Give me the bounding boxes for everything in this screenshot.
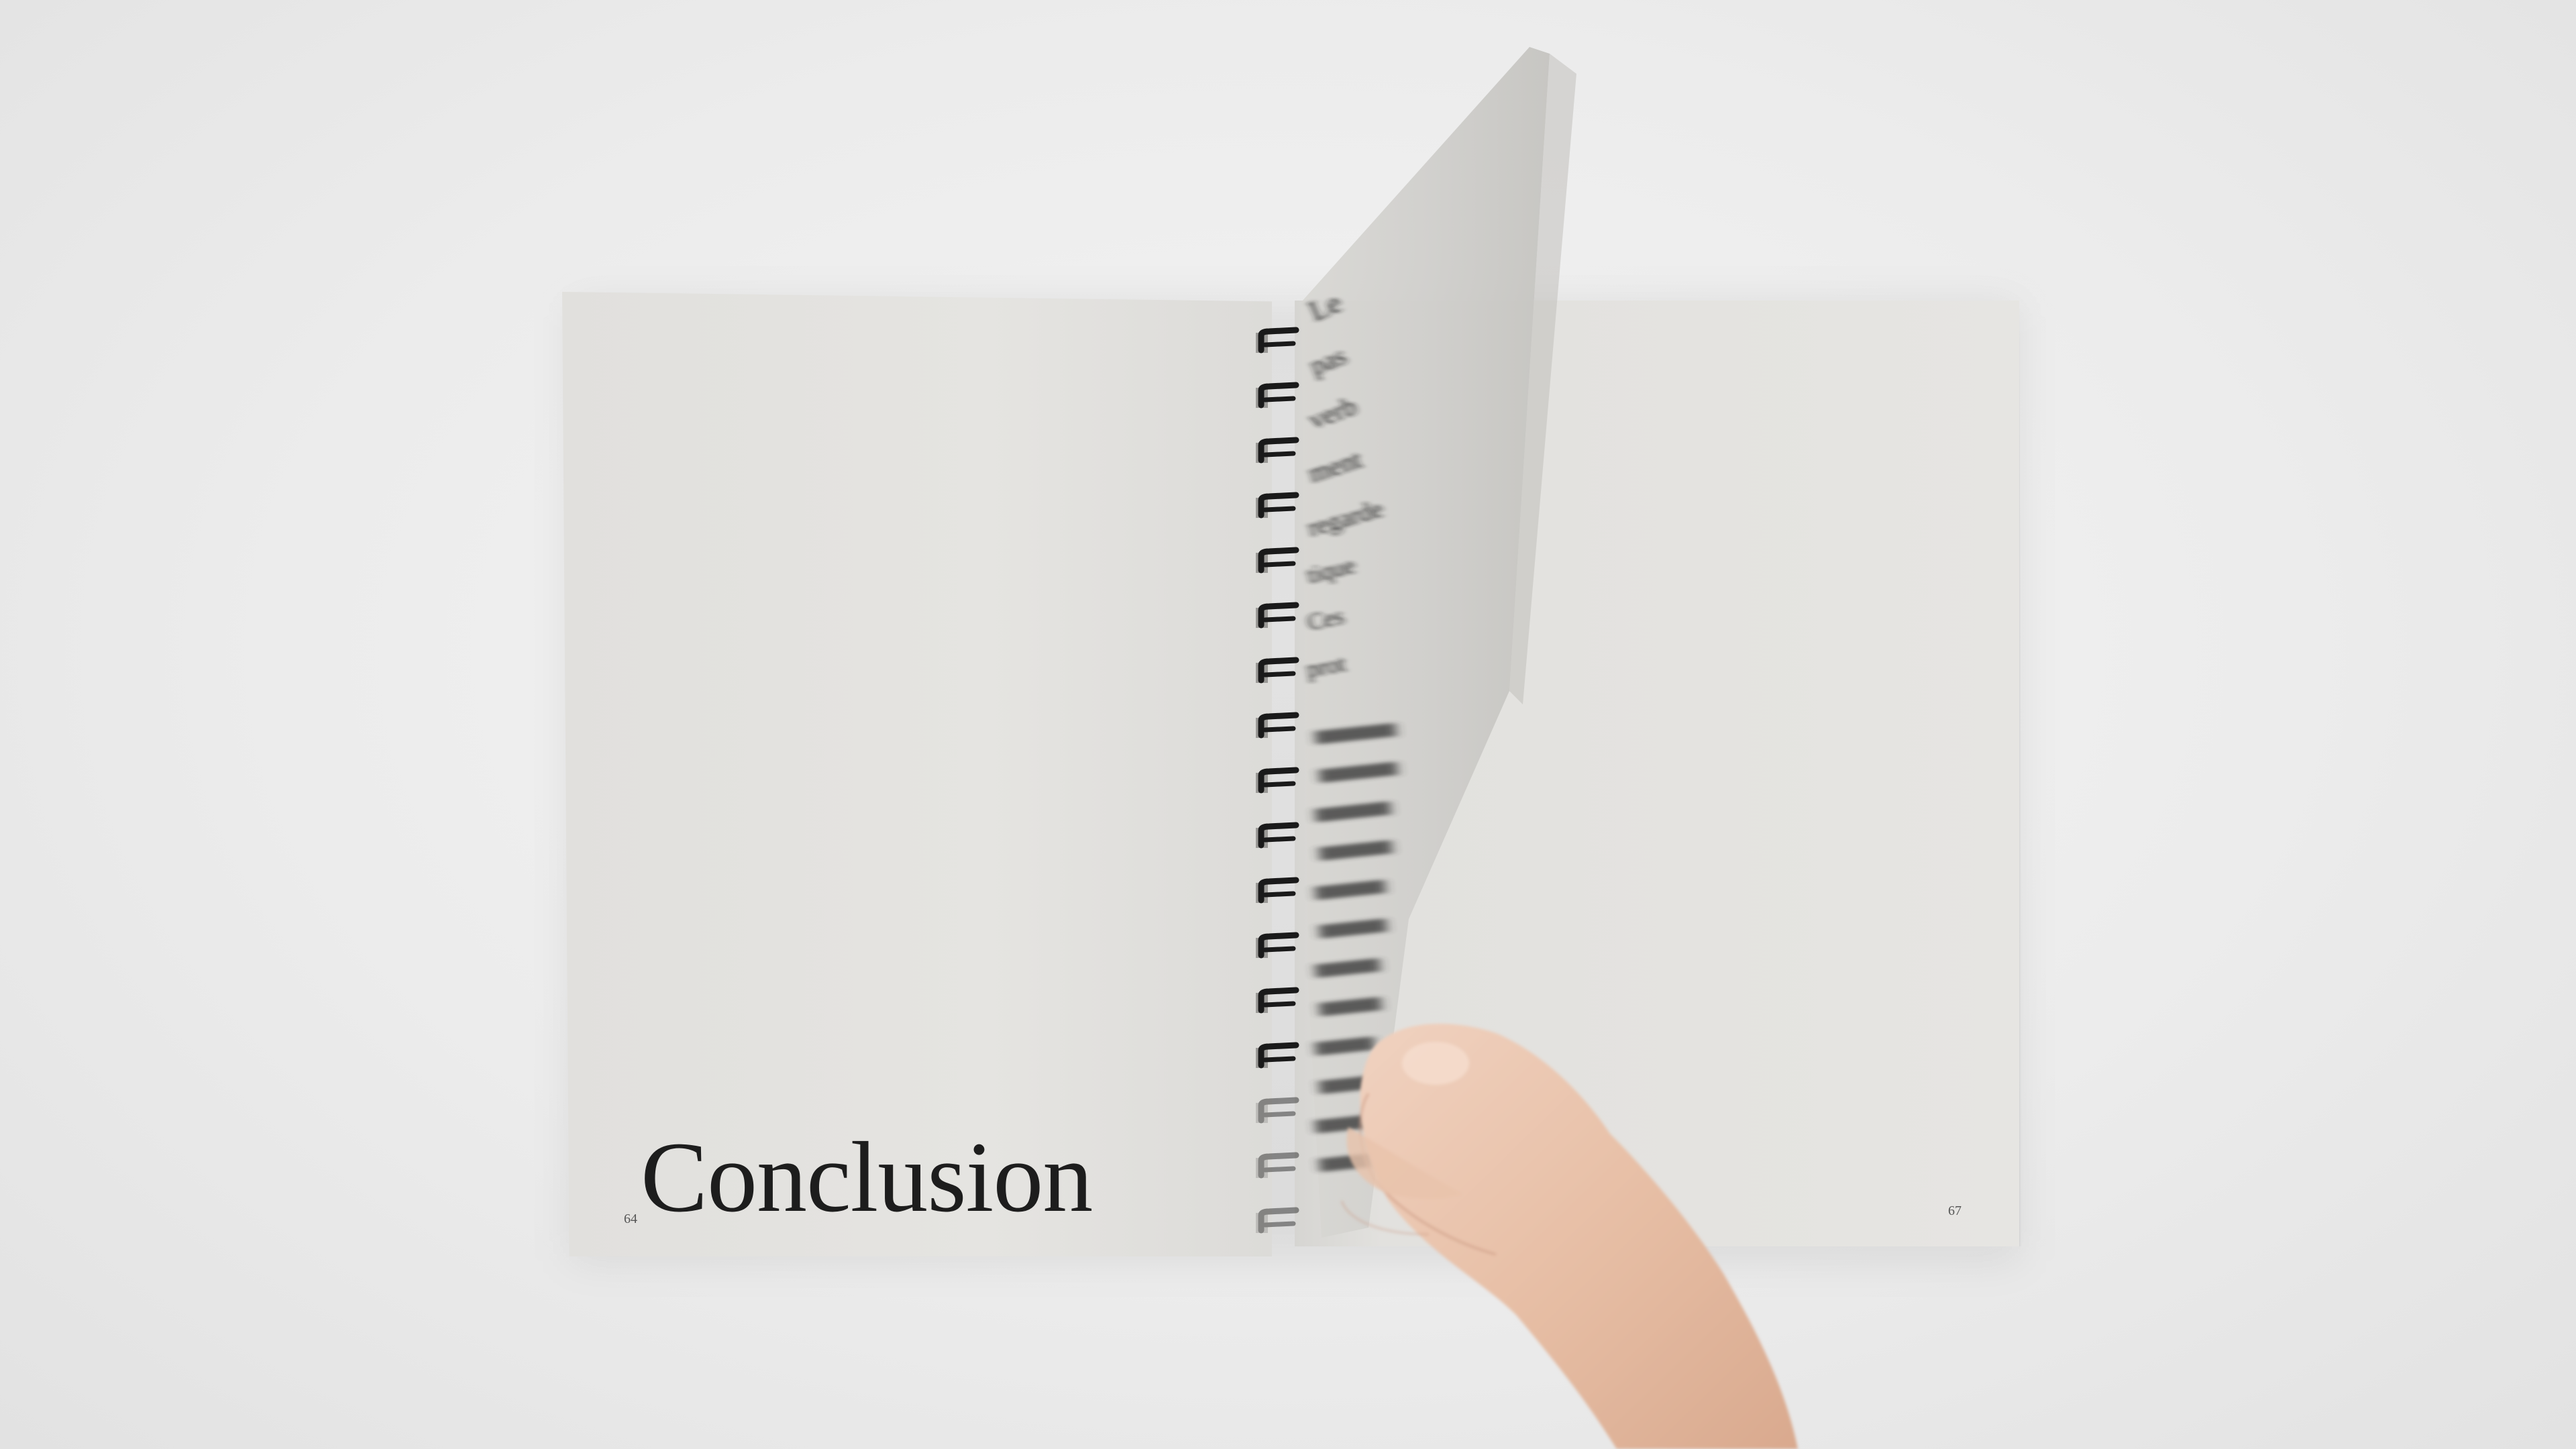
spiral-ring [1256,1207,1299,1234]
spiral-ring [1256,822,1299,849]
spiral-ring [1256,657,1299,684]
spiral-ring [1256,987,1299,1014]
spiral-ring [1256,1152,1299,1179]
spiral-ring [1256,492,1299,519]
hand [1340,1024,1798,1449]
page-title: Conclusion [641,1122,1093,1233]
right-page-number: 67 [1948,1203,1962,1218]
spiral-ring [1256,932,1299,959]
spiral-ring [1256,712,1299,739]
photo-scene: 64 Conclusion 67 Le pas verb ment regard… [0,0,2576,1449]
spiral-ring [1256,767,1299,794]
spiral-ring [1256,877,1299,904]
spiral-ring [1256,547,1299,574]
spiral-ring [1256,1097,1299,1124]
spiral-ring [1256,437,1299,464]
left-page [562,292,1272,1256]
spiral-ring [1256,382,1299,409]
spiral-ring [1256,602,1299,629]
spiral-ring [1256,327,1299,354]
left-page-number: 64 [624,1212,637,1226]
spiral-ring [1256,1042,1299,1069]
